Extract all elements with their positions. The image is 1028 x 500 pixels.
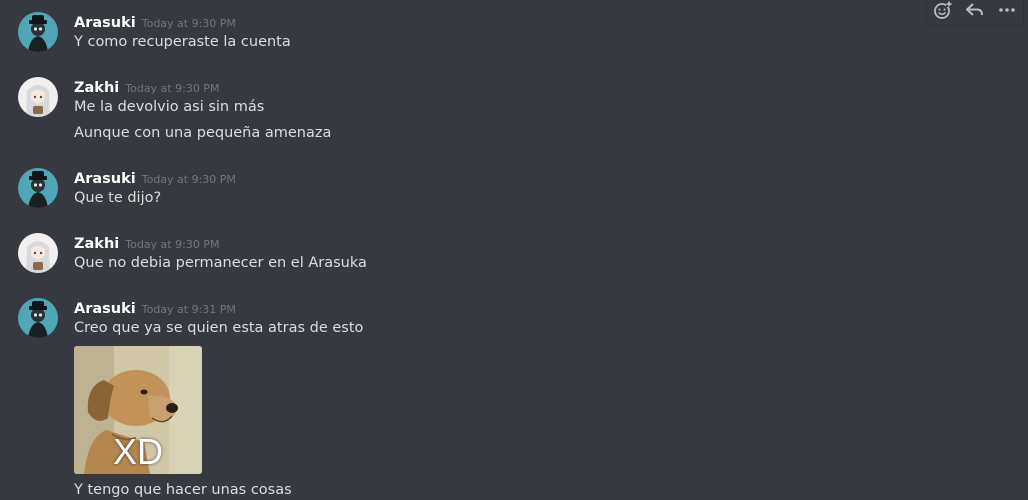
message-text: Que no debia permanecer en el Arasuka [74, 255, 367, 271]
arasuki-avatar[interactable] [18, 168, 58, 208]
username[interactable]: Zakhi [74, 80, 119, 96]
image-caption: XD [112, 431, 163, 472]
timestamp: Today at 9:30 PM [125, 82, 220, 95]
zakhi-avatar[interactable] [18, 233, 58, 273]
reply-icon[interactable] [962, 0, 988, 23]
timestamp: Today at 9:30 PM [141, 17, 236, 30]
message-text: Que te dijo? [74, 190, 162, 206]
message-header: Arasuki Today at 9:31 PM [74, 298, 236, 320]
message-text: Y como recuperaste la cuenta [74, 34, 291, 50]
image-attachment[interactable]: XD [74, 346, 202, 474]
message-header: Arasuki Today at 9:30 PM [74, 168, 236, 190]
timestamp: Today at 9:30 PM [141, 173, 236, 186]
more-icon[interactable] [994, 0, 1020, 23]
message-text: Y tengo que hacer unas cosas [74, 482, 292, 498]
message-toolbar [926, 0, 1024, 26]
timestamp: Today at 9:31 PM [141, 303, 236, 316]
timestamp: Today at 9:30 PM [125, 238, 220, 251]
message-text: Aunque con una pequeña amenaza [74, 125, 332, 141]
chat-messages: Arasuki Today at 9:30 PM Y como recuperas… [0, 0, 1028, 500]
message-text: Creo que ya se quien esta atras de esto [74, 320, 364, 336]
zakhi-avatar[interactable] [18, 77, 58, 117]
message-text: Me la devolvio asi sin más [74, 99, 265, 115]
username[interactable]: Arasuki [74, 15, 136, 31]
message-header: Zakhi Today at 9:30 PM [74, 77, 219, 99]
message-header: Arasuki Today at 9:30 PM [74, 12, 236, 34]
arasuki-avatar[interactable] [18, 12, 58, 52]
message-header: Zakhi Today at 9:30 PM [74, 233, 219, 255]
add-reaction-icon[interactable] [930, 0, 956, 23]
username[interactable]: Zakhi [74, 236, 119, 252]
username[interactable]: Arasuki [74, 171, 136, 187]
username[interactable]: Arasuki [74, 301, 136, 317]
arasuki-avatar[interactable] [18, 298, 58, 338]
